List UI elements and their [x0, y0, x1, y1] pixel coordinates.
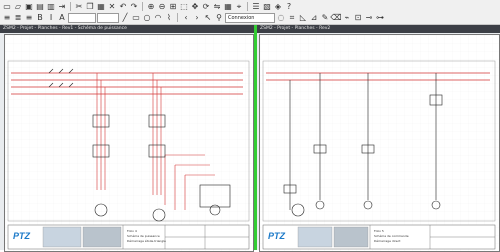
toolbar-separator	[70, 2, 71, 11]
save-all-icon[interactable]: ▤	[35, 2, 45, 12]
title-line-2: Schéma de commande	[374, 234, 409, 238]
main-toolbar: ▭ ▱ ▣ ▤ ▥ ⇥ ✂ ❐ ▦ ✕ ↶ ↷ ⊕ ⊖ ⊞ ⬚ ✥ ⟳ ⇋ ▦ …	[0, 0, 500, 25]
company-logo: PTZ	[13, 231, 30, 241]
eraser-icon[interactable]: ⌫	[330, 13, 341, 23]
document-tab-right[interactable]: ZSM2 - Projet - Planches - Rev2	[257, 25, 500, 33]
schematic-sheet-left[interactable]: PTZ Folio 4 Schéma de puissance Démarrag…	[4, 34, 254, 252]
export-icon[interactable]: ⇥	[57, 2, 67, 12]
undo-icon[interactable]: ↶	[118, 2, 128, 12]
nav-forward-icon[interactable]: ›	[192, 13, 202, 23]
zoom-in-icon[interactable]: ⊕	[146, 2, 156, 12]
copy-icon[interactable]: ❐	[85, 2, 95, 12]
open-folder-icon[interactable]: ▱	[13, 2, 23, 12]
schematic-drawing-left	[5, 35, 253, 251]
pointer-icon[interactable]: ↖	[203, 13, 213, 23]
crop-icon[interactable]: ⌗	[287, 13, 297, 23]
wire-icon[interactable]: ⌁	[342, 13, 352, 23]
mirror-icon[interactable]: ⇋	[212, 2, 222, 12]
circle-icon[interactable]: ○	[142, 13, 152, 23]
cut-icon[interactable]: ✂	[74, 2, 84, 12]
zoom-fit-icon[interactable]: ⊞	[168, 2, 178, 12]
toolbar-row-2: ≡ ≣ ≡ B I A ╱ ▭ ○ ◠ ⌇ ‹ › ↖ ⚲ Connexion …	[2, 12, 385, 23]
schematic-sheet-right[interactable]: PTZ Folio 5 Schéma de commande Démarrage…	[259, 34, 500, 252]
align-right-icon[interactable]: ≡	[24, 13, 34, 23]
toolbar-row-1: ▭ ▱ ▣ ▤ ▥ ⇥ ✂ ❐ ▦ ✕ ↶ ↷ ⊕ ⊖ ⊞ ⬚ ✥ ⟳ ⇋ ▦ …	[2, 1, 294, 12]
align-left-icon[interactable]: ≡	[2, 13, 12, 23]
parts-icon[interactable]: ▧	[262, 2, 272, 12]
drawing-viewport[interactable]: ZSM2 - Projet - Planches - Rev1 - Schéma…	[0, 25, 500, 252]
paste-icon[interactable]: ▦	[96, 2, 106, 12]
italic-icon[interactable]: I	[46, 13, 56, 23]
triangle-icon[interactable]: ◺	[298, 13, 308, 23]
toolbar-separator	[247, 2, 248, 11]
document-tab-left[interactable]: ZSM2 - Projet - Planches - Rev1 - Schéma…	[0, 25, 256, 33]
align-center-icon[interactable]: ≣	[13, 13, 23, 23]
symbol-icon[interactable]: ⊡	[353, 13, 363, 23]
toolbar-separator	[142, 2, 143, 11]
move-icon[interactable]: ✥	[190, 2, 200, 12]
layer-select[interactable]	[97, 12, 119, 23]
pin-icon[interactable]: ⚲	[214, 13, 224, 23]
snap-icon[interactable]: ⌖	[234, 2, 244, 12]
company-logo: PTZ	[268, 231, 285, 241]
zoom-select[interactable]	[68, 12, 96, 23]
mode-select[interactable]: Connexion	[225, 12, 275, 23]
title-line-1: Folio 4	[127, 229, 137, 233]
nav-back-icon[interactable]: ‹	[181, 13, 191, 23]
polyline-icon[interactable]: ⌇	[164, 13, 174, 23]
arc-icon[interactable]: ◠	[153, 13, 163, 23]
delete-icon[interactable]: ✕	[107, 2, 117, 12]
measure-icon[interactable]: ⊿	[309, 13, 319, 23]
lock-icon[interactable]: ◈	[273, 2, 283, 12]
save-icon[interactable]: ▣	[24, 2, 34, 12]
title-line-3: Démarrage étoile-triangle	[127, 239, 166, 243]
line-icon[interactable]: ╱	[120, 13, 130, 23]
split-divider[interactable]	[254, 25, 257, 250]
bold-icon[interactable]: B	[35, 13, 45, 23]
pencil-icon[interactable]: ✎	[320, 13, 330, 23]
title-line-3: Démarrage direct	[374, 239, 401, 243]
help-icon[interactable]: ?	[284, 2, 294, 12]
grid-icon[interactable]: ▦	[223, 2, 233, 12]
print-icon[interactable]: ▥	[46, 2, 56, 12]
select-icon[interactable]: ⬚	[179, 2, 189, 12]
lasso-icon[interactable]: ◌	[276, 13, 286, 23]
connect-icon[interactable]: ⊸	[364, 13, 374, 23]
schematic-drawing-right	[260, 35, 499, 251]
title-line-1: Folio 5	[374, 229, 384, 233]
title-line-2: Schéma de puissance	[127, 234, 160, 238]
terminal-icon[interactable]: ⊶	[375, 13, 385, 23]
zoom-out-icon[interactable]: ⊖	[157, 2, 167, 12]
properties-icon[interactable]: ☰	[251, 2, 261, 12]
rectangle-icon[interactable]: ▭	[131, 13, 141, 23]
text-icon[interactable]: A	[57, 13, 67, 23]
redo-icon[interactable]: ↷	[129, 2, 139, 12]
rotate-icon[interactable]: ⟳	[201, 2, 211, 12]
toolbar-separator	[177, 13, 178, 22]
new-file-icon[interactable]: ▭	[2, 2, 12, 12]
